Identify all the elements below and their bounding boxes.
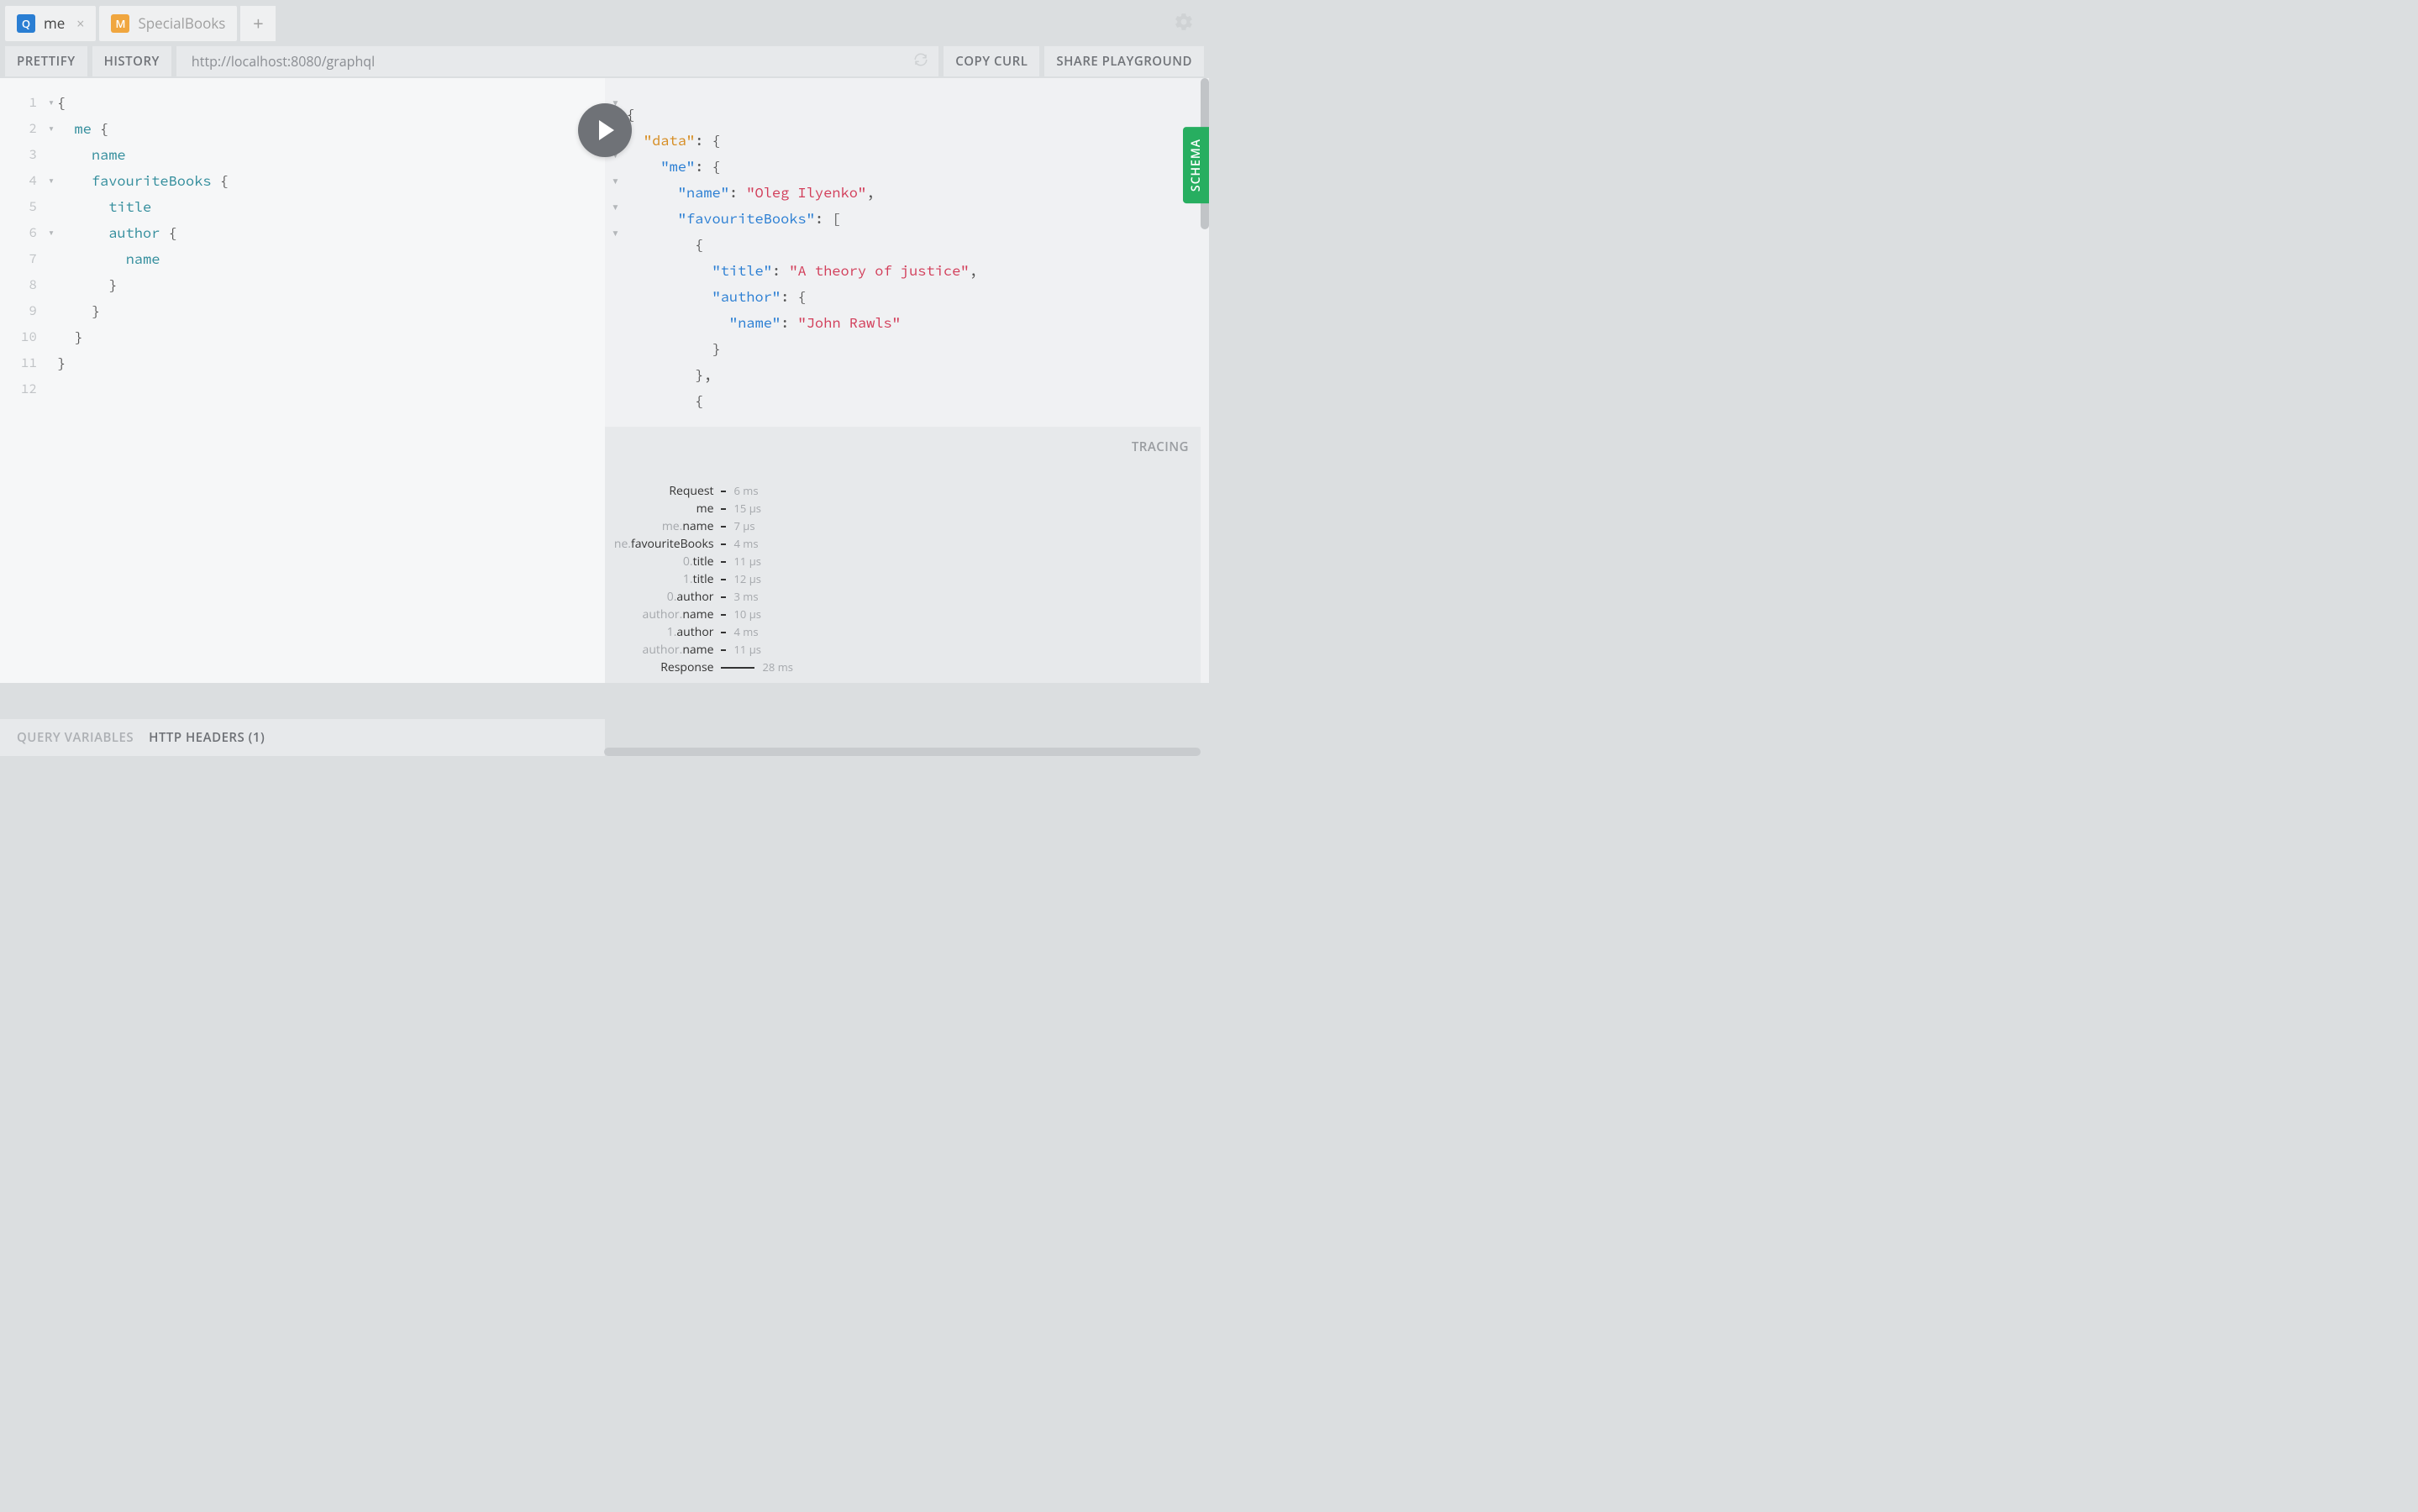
play-button[interactable]	[578, 103, 632, 157]
tracing-row: author.name11 µs	[605, 641, 793, 659]
main-area: 1▼2▼34▼56▼789101112 { me { name favourit…	[0, 78, 1209, 683]
tracing-row: ne.favouriteBooks4 ms	[605, 535, 793, 553]
tracing-row: author.name10 µs	[605, 606, 793, 623]
add-tab-button[interactable]: +	[240, 6, 276, 41]
tabs-bar: Q me × M SpecialBooks +	[0, 0, 1209, 46]
tracing-row: me15 µs	[605, 500, 793, 517]
query-editor[interactable]: 1▼2▼34▼56▼789101112 { me { name favourit…	[0, 78, 605, 683]
tracing-row: 1.author4 ms	[605, 623, 793, 641]
schema-tab[interactable]: SCHEMA	[1183, 127, 1209, 203]
tab-label: me	[44, 13, 65, 33]
query-badge-icon: Q	[17, 14, 35, 33]
tab-specialbooks[interactable]: M SpecialBooks	[99, 6, 237, 41]
query-code[interactable]: { me { name favouriteBooks { title autho…	[57, 90, 605, 376]
reload-icon[interactable]	[913, 52, 928, 71]
response-code: { "data": { "me": { "name": "Oleg Ilyenk…	[627, 90, 1210, 414]
tracing-row: Request6 ms	[605, 482, 793, 500]
tracing-row: 1.title12 µs	[605, 570, 793, 588]
tracing-row: 0.title11 µs	[605, 553, 793, 570]
tracing-row: Response28 ms	[605, 659, 793, 676]
prettify-button[interactable]: PRETTIFY	[5, 46, 87, 76]
scrollbar-horizontal[interactable]	[604, 748, 1201, 756]
close-icon[interactable]: ×	[76, 14, 84, 33]
tracing-row: 0.author3 ms	[605, 588, 793, 606]
url-text: http://localhost:8080/graphql	[192, 52, 375, 71]
line-gutter: 1▼2▼34▼56▼789101112	[0, 90, 42, 402]
tab-label: SpecialBooks	[138, 13, 225, 33]
url-input[interactable]: http://localhost:8080/graphql	[176, 46, 938, 76]
mutation-badge-icon: M	[111, 14, 129, 33]
tracing-title: TRACING	[1132, 438, 1189, 455]
http-headers-tab[interactable]: HTTP HEADERS (1)	[149, 729, 265, 746]
share-playground-button[interactable]: SHARE PLAYGROUND	[1044, 46, 1204, 76]
gear-icon[interactable]	[1174, 12, 1194, 36]
copy-curl-button[interactable]: COPY CURL	[944, 46, 1039, 76]
footer-tabs: QUERY VARIABLES HTTP HEADERS (1)	[0, 719, 605, 756]
toolbar: PRETTIFY HISTORY http://localhost:8080/g…	[0, 46, 1209, 76]
history-button[interactable]: HISTORY	[92, 46, 171, 76]
response-pane: ▼▼▼▼▼▼ { "data": { "me": { "name": "Oleg…	[605, 78, 1210, 683]
tracing-rows: Request6 msme15 µsme.name7 µsne.favourit…	[605, 482, 793, 676]
tab-me[interactable]: Q me ×	[5, 6, 96, 41]
tracing-panel[interactable]: TRACING Request6 msme15 µsme.name7 µsne.…	[605, 427, 1201, 683]
tracing-row: me.name7 µs	[605, 517, 793, 535]
query-variables-tab[interactable]: QUERY VARIABLES	[17, 729, 134, 746]
